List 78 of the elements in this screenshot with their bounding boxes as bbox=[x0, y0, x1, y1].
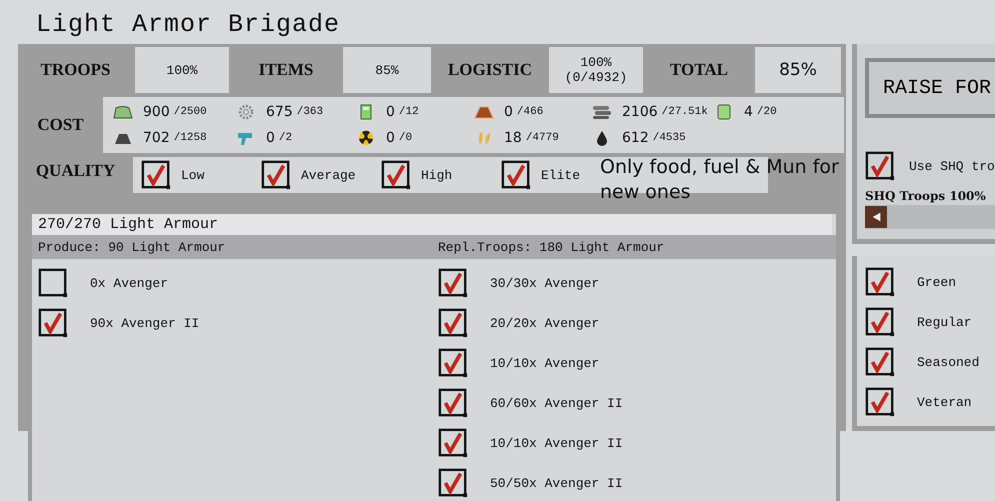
unit-option[interactable]: 90x Avenger II bbox=[90, 316, 200, 330]
resource-max: /1258 bbox=[174, 132, 207, 144]
resource-amount: 0 bbox=[386, 130, 395, 146]
checkbox[interactable] bbox=[38, 268, 68, 298]
checked-checkbox[interactable] bbox=[501, 160, 531, 190]
gear-icon bbox=[236, 104, 256, 120]
resource-max: /2 bbox=[278, 132, 292, 144]
unit-option[interactable]: 10/10x Avenger bbox=[490, 356, 600, 370]
summary-value: 100% bbox=[135, 47, 229, 93]
resource-amount: 0 bbox=[386, 104, 395, 120]
experience-option[interactable]: Green bbox=[917, 274, 956, 290]
ore-icon bbox=[474, 104, 494, 120]
checked-checkbox[interactable] bbox=[38, 308, 68, 338]
unit-option[interactable]: 60/60x Avenger II bbox=[490, 396, 623, 410]
replacement-heading: Repl.Troops: 180 Light Armour bbox=[438, 240, 666, 254]
produce-heading: Produce: 90 Light Armour bbox=[38, 240, 226, 254]
radiation-icon bbox=[356, 130, 376, 146]
helmet-icon bbox=[113, 104, 133, 120]
experience-option[interactable]: Regular bbox=[917, 314, 972, 330]
quality-option[interactable]: High bbox=[421, 168, 452, 182]
summary-label: LOGISTIC bbox=[446, 59, 534, 81]
checked-checkbox[interactable] bbox=[865, 267, 895, 297]
resource-max: /2500 bbox=[174, 106, 207, 118]
summary-label: TROOPS bbox=[40, 59, 112, 81]
experience-option[interactable]: Veteran bbox=[917, 394, 972, 410]
unit-option[interactable]: 30/30x Avenger bbox=[490, 276, 600, 290]
unit-option[interactable]: 50/50x Avenger II bbox=[490, 476, 623, 490]
resource-max: /466 bbox=[516, 106, 544, 118]
checked-checkbox[interactable] bbox=[438, 268, 468, 298]
resource-amount: 675 bbox=[266, 104, 293, 120]
resource-amount: 2106 bbox=[622, 104, 658, 120]
checked-checkbox[interactable] bbox=[865, 347, 895, 377]
bars-icon bbox=[592, 104, 612, 120]
resource-amount: 0 bbox=[504, 104, 513, 120]
resource-amount: 4 bbox=[744, 104, 753, 120]
checked-checkbox[interactable] bbox=[438, 388, 468, 418]
summary-value: 85% bbox=[343, 47, 431, 93]
resource-max: /27.51k bbox=[662, 106, 708, 118]
checked-checkbox[interactable] bbox=[438, 468, 468, 498]
summary-label: TOTAL bbox=[669, 59, 729, 81]
resource-max: /4535 bbox=[652, 132, 686, 144]
resource-max: /12 bbox=[398, 106, 419, 118]
window-title: Light Armor Brigade bbox=[35, 9, 342, 41]
checked-checkbox[interactable] bbox=[438, 308, 468, 338]
resource-amount: 0 bbox=[266, 130, 275, 146]
annotation-note: Only food, fuel & Mun for new ones bbox=[600, 155, 840, 205]
resource-amount: 900 bbox=[143, 104, 170, 120]
checked-checkbox[interactable] bbox=[381, 160, 411, 190]
unit-option[interactable]: 20/20x Avenger bbox=[490, 316, 600, 330]
quality-option[interactable]: Low bbox=[181, 168, 204, 182]
checked-checkbox[interactable] bbox=[141, 160, 171, 190]
shq-troops-label: SHQ Troops 100% bbox=[865, 189, 987, 203]
unit-option[interactable]: 10/10x Avenger II bbox=[490, 436, 623, 450]
checkbox-label[interactable]: Use SHQ tro bbox=[909, 158, 995, 174]
resource-amount: 612 bbox=[622, 130, 649, 146]
quality-option[interactable]: Average bbox=[301, 168, 356, 182]
quality-label: QUALITY bbox=[34, 160, 116, 182]
checked-checkbox[interactable] bbox=[261, 160, 291, 190]
unit-header: 270/270 Light Armour bbox=[32, 214, 832, 235]
summary-value: 100% (0/4932) bbox=[549, 47, 643, 93]
cost-label: COST bbox=[36, 114, 85, 136]
resource-amount: 702 bbox=[143, 130, 170, 146]
unit-option[interactable]: 0x Avenger bbox=[90, 276, 168, 290]
summary-value: 85% bbox=[755, 47, 841, 93]
quality-option[interactable]: Elite bbox=[541, 168, 580, 182]
checked-checkbox[interactable] bbox=[438, 428, 468, 458]
summary-label: ITEMS bbox=[258, 59, 314, 81]
raise-button[interactable]: RAISE FOR bbox=[865, 58, 995, 118]
checked-checkbox[interactable] bbox=[865, 307, 895, 337]
resource-max: /20 bbox=[756, 106, 777, 118]
checked-checkbox[interactable] bbox=[438, 348, 468, 378]
experience-option[interactable]: Seasoned bbox=[917, 354, 980, 370]
checked-checkbox[interactable] bbox=[865, 387, 895, 417]
resource-amount: 18 bbox=[504, 130, 522, 146]
checked-checkbox[interactable] bbox=[865, 151, 895, 181]
resource-max: /363 bbox=[296, 106, 324, 118]
resource-max: /0 bbox=[398, 132, 412, 144]
resource-max: /4779 bbox=[526, 132, 559, 144]
